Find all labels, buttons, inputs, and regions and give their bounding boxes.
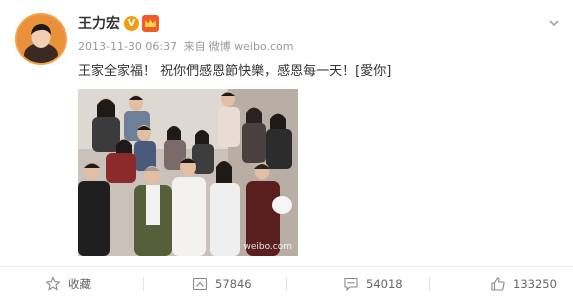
favorite-label: 收藏 [68,276,91,291]
action-separator [429,277,430,291]
post-image[interactable]: weibo.com [78,89,298,256]
repost-icon [192,277,208,290]
chevron-down-icon[interactable] [548,17,560,29]
comment-button[interactable]: 54018 [343,267,403,300]
post-timestamp[interactable]: 2013-11-30 06:37 [78,40,177,53]
action-separator [143,277,144,291]
author-name[interactable]: 王力宏 [78,15,120,33]
comment-icon [344,277,358,291]
thumbs-up-icon [491,276,505,291]
action-separator [286,277,287,291]
comment-count: 54018 [366,276,403,291]
repost-button[interactable]: 57846 [192,267,252,300]
crown-icon[interactable] [142,15,159,32]
post-meta: 2013-11-30 06:37 来自 微博 weibo.com [78,40,296,54]
avatar[interactable] [15,13,67,65]
family-photo [78,89,298,256]
star-icon [45,275,61,291]
like-count: 133250 [513,276,557,291]
favorite-button[interactable]: 收藏 [45,267,91,300]
repost-count: 57846 [215,276,252,291]
like-button[interactable]: 133250 [490,267,557,300]
post-source[interactable]: 微博 weibo.com [209,40,294,53]
action-bar: 收藏 57846 54018 133250 [0,267,573,300]
post-text: 王家全家福！ 祝你們感恩節快樂，感恩每一天！[愛你] [78,64,392,79]
image-watermark: weibo.com [243,242,292,252]
weibo-post-card: 王力宏 V 2013-11-30 06:37 来自 微博 weibo.com 王家… [0,0,573,300]
source-prefix: 来自 [183,40,206,53]
avatar-image [17,15,65,63]
verified-badge-icon: V [124,16,139,31]
